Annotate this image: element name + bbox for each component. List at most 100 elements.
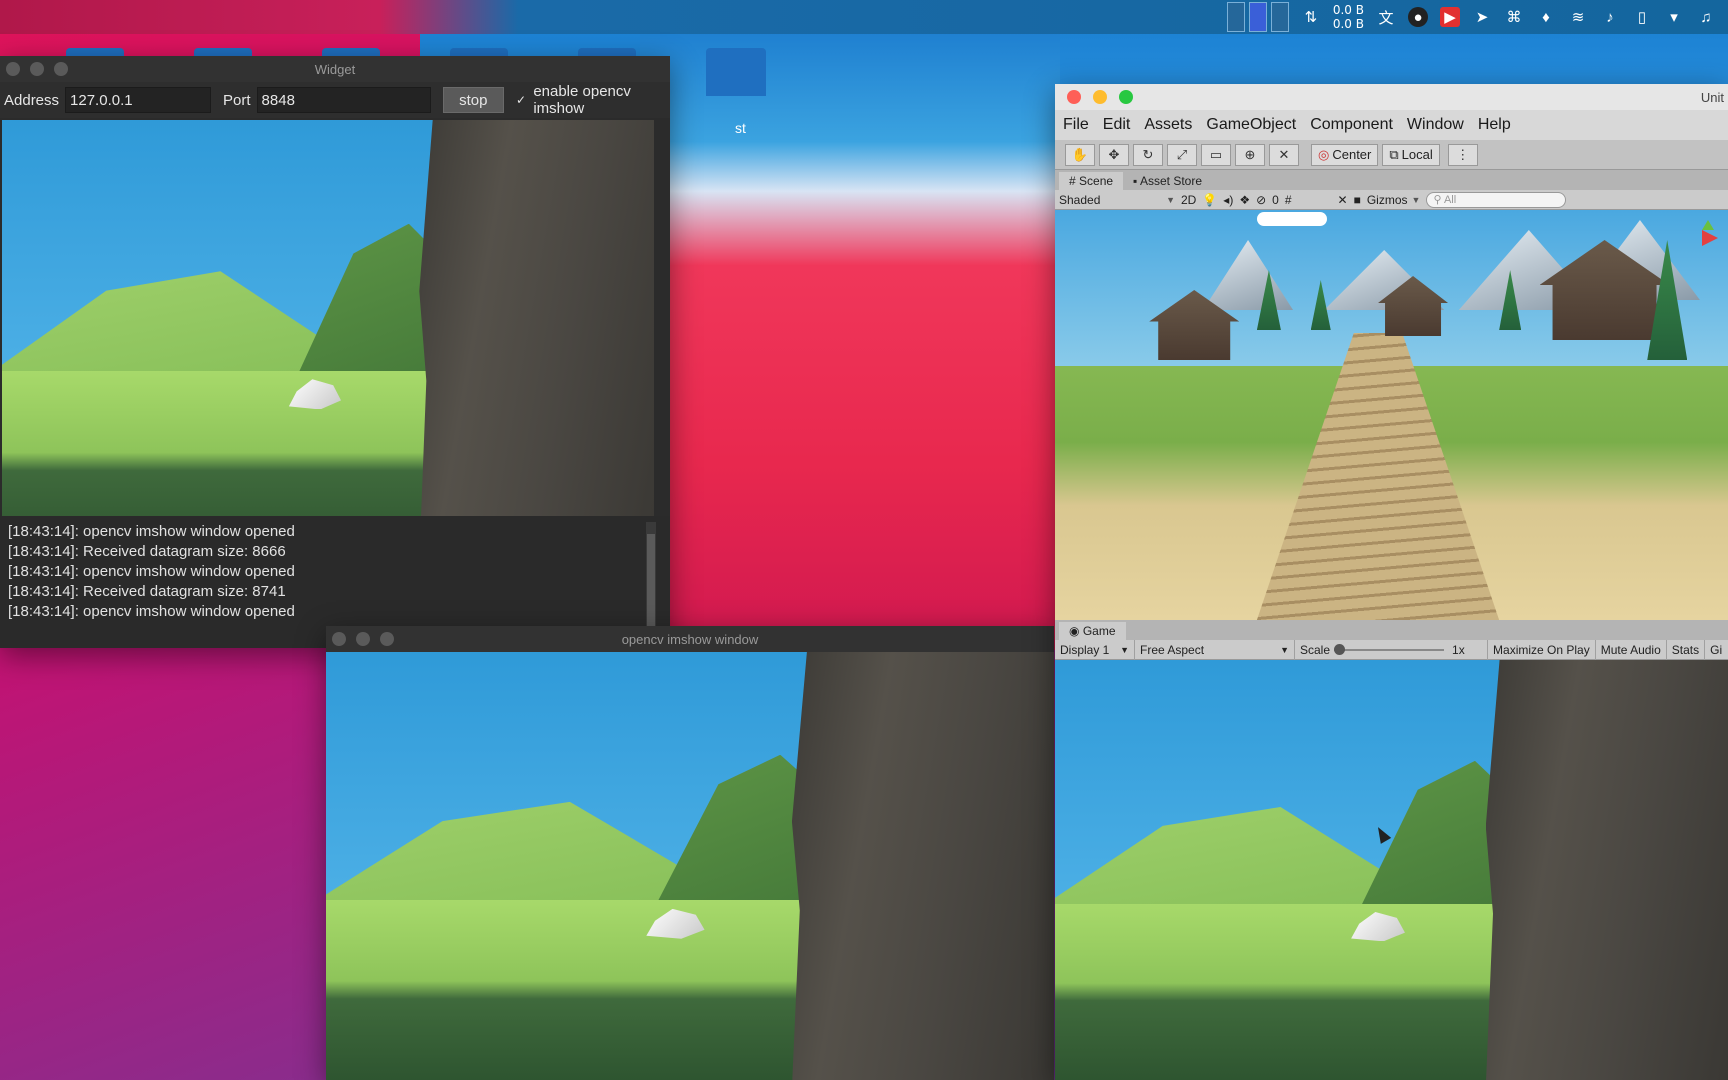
enable-imshow-checkbox[interactable]: ✓ enable opencv imshow — [516, 83, 666, 117]
gizmos-toggle[interactable]: Gi — [1705, 640, 1727, 660]
tab-scene[interactable]: # Scene — [1059, 172, 1124, 190]
workspace-1[interactable] — [1226, 2, 1245, 32]
net-up: 0.0 B — [1332, 3, 1364, 17]
telegram-icon[interactable]: ➤ — [1472, 7, 1492, 27]
opencv-titlebar[interactable]: opencv imshow window — [326, 626, 1054, 652]
game-view[interactable] — [1055, 660, 1728, 1080]
menu-window[interactable]: Window — [1407, 116, 1464, 134]
close-button[interactable] — [1067, 90, 1081, 104]
stats-toggle[interactable]: Stats — [1667, 639, 1706, 660]
game-tabs: ◉ Game — [1055, 620, 1728, 640]
menu-help[interactable]: Help — [1478, 116, 1511, 134]
maximize-button[interactable] — [1119, 90, 1133, 104]
unity-title: Unit — [1700, 89, 1724, 105]
opencv-window: opencv imshow window — [326, 626, 1054, 1080]
mute-audio-toggle[interactable]: Mute Audio — [1596, 639, 1667, 660]
move-tool-icon[interactable]: ✥ — [1099, 143, 1129, 166]
aspect-label: Free Aspect — [1140, 642, 1205, 657]
tab-asset-store[interactable]: ▪ Asset Store — [1123, 172, 1212, 190]
translate-icon[interactable]: 文 — [1376, 7, 1396, 27]
scale-slider[interactable] — [1334, 643, 1445, 655]
effects-icon[interactable]: ❖ — [1239, 193, 1250, 207]
camera-icon[interactable]: ■ — [1354, 193, 1361, 207]
address-input[interactable] — [65, 87, 212, 113]
audio-icon[interactable]: ◂) — [1223, 193, 1233, 207]
scale-control[interactable]: Scale 1x — [1295, 639, 1489, 660]
game-icon: ◉ — [1069, 624, 1083, 638]
keyboard-icon[interactable]: ⌘ — [1504, 7, 1524, 27]
log-line: [18:43:14]: opencv imshow window opened — [8, 563, 295, 580]
chevron-down-icon: ▼ — [1120, 644, 1129, 655]
bell-icon[interactable]: ♫ — [1696, 7, 1716, 27]
minimize-button[interactable] — [356, 632, 370, 646]
minimize-button[interactable] — [30, 62, 44, 76]
checkbox-mark[interactable]: ✓ — [516, 93, 527, 107]
snap-icon[interactable]: ⋮ — [1447, 143, 1478, 166]
pivot-local-toggle[interactable]: ⧉ Local — [1382, 143, 1440, 166]
search-icon: ⚲ — [1433, 193, 1444, 206]
wifi-icon[interactable]: ≋ — [1568, 7, 1588, 27]
close-button[interactable] — [6, 62, 20, 76]
widget-window: Widget Address Port stop ✓ enable opencv… — [0, 56, 670, 648]
unity-menubar: File Edit Assets GameObject Component Wi… — [1055, 110, 1728, 140]
scene-view[interactable] — [1055, 210, 1728, 620]
clipboard-icon[interactable]: ▯ — [1632, 7, 1652, 27]
wallpaper-wave — [640, 30, 1060, 650]
pivot-center-toggle[interactable]: ◎ Center — [1311, 143, 1379, 166]
hand-tool-icon[interactable]: ✋ — [1065, 143, 1095, 166]
opencv-window-title: opencv imshow window — [621, 631, 759, 647]
desktop-folder[interactable] — [706, 48, 766, 96]
workspace-2[interactable] — [1248, 2, 1267, 32]
obs-icon[interactable]: ● — [1408, 7, 1428, 27]
hidden-objects-icon[interactable]: ⊘ — [1256, 193, 1266, 207]
tab-scene-label: Scene — [1079, 174, 1114, 188]
custom-tool-icon[interactable]: ✕ — [1269, 143, 1299, 166]
scene-grid-icon: # — [1069, 174, 1080, 188]
menu-file[interactable]: File — [1063, 116, 1089, 134]
scale-tool-icon[interactable]: ⤢ — [1167, 143, 1197, 166]
tools-icon[interactable]: ✕ — [1338, 193, 1348, 207]
hidden-count: 0 — [1272, 192, 1279, 207]
scene-gizmo[interactable] — [1682, 220, 1722, 280]
menu-edit[interactable]: Edit — [1103, 116, 1131, 134]
workspace-switcher[interactable] — [1226, 2, 1289, 32]
gizmos-dropdown[interactable]: Gizmos ▼ — [1367, 193, 1421, 207]
chevron-down-icon: ▼ — [1166, 194, 1175, 205]
widget-titlebar[interactable]: Widget — [0, 56, 670, 82]
shading-mode-dropdown[interactable]: Shaded ▼ — [1059, 193, 1175, 207]
screenrecord-icon[interactable]: ▶ — [1440, 7, 1460, 27]
minimize-button[interactable] — [1093, 90, 1107, 104]
tab-game[interactable]: ◉ Game — [1059, 622, 1126, 640]
menu-gameobject[interactable]: GameObject — [1206, 116, 1296, 134]
transform-tool-icon[interactable]: ⊕ — [1235, 143, 1265, 166]
menu-assets[interactable]: Assets — [1144, 116, 1192, 134]
unity-toolbar: ✋ ✥ ↻ ⤢ ▭ ⊕ ✕ ◎ Center ⧉ Local ⋮ — [1055, 140, 1728, 170]
rotate-tool-icon[interactable]: ↻ — [1133, 143, 1163, 166]
close-button[interactable] — [332, 632, 346, 646]
workspace-3[interactable] — [1270, 2, 1289, 32]
stop-button[interactable]: stop — [442, 87, 504, 113]
port-label: Port — [223, 91, 251, 109]
lightbulb-icon[interactable]: ♦ — [1536, 7, 1556, 27]
chevron-down-icon[interactable]: ▾ — [1664, 7, 1684, 27]
volume-icon[interactable]: ♪ — [1600, 7, 1620, 27]
maximize-button[interactable] — [380, 632, 394, 646]
lighting-icon[interactable]: 💡 — [1202, 193, 1217, 207]
port-input[interactable] — [256, 87, 431, 113]
maximize-button[interactable] — [54, 62, 68, 76]
menu-component[interactable]: Component — [1310, 116, 1393, 134]
log-line: [18:43:14]: opencv imshow window opened — [8, 603, 295, 620]
2d-toggle[interactable]: 2D — [1181, 193, 1196, 207]
desktop-item-label: st — [735, 120, 746, 136]
system-tray: ⇅ 0.0 B 0.0 B 文 ● ▶ ➤ ⌘ ♦ ≋ ♪ ▯ ▾ ♫ — [1226, 0, 1716, 34]
widget-title: Widget — [314, 61, 356, 77]
scale-slider-knob[interactable] — [1334, 643, 1346, 655]
scene-search-input[interactable]: ⚲ All — [1426, 191, 1567, 208]
grid-icon[interactable]: # — [1285, 193, 1292, 207]
maximize-on-play-toggle[interactable]: Maximize On Play — [1488, 639, 1596, 660]
unity-titlebar[interactable]: Unit — [1055, 84, 1728, 110]
rect-tool-icon[interactable]: ▭ — [1201, 143, 1231, 166]
aspect-dropdown[interactable]: Free Aspect ▼ — [1135, 639, 1295, 660]
display-dropdown[interactable]: Display 1 ▼ — [1055, 639, 1135, 660]
log-scrollbar[interactable] — [646, 522, 656, 640]
